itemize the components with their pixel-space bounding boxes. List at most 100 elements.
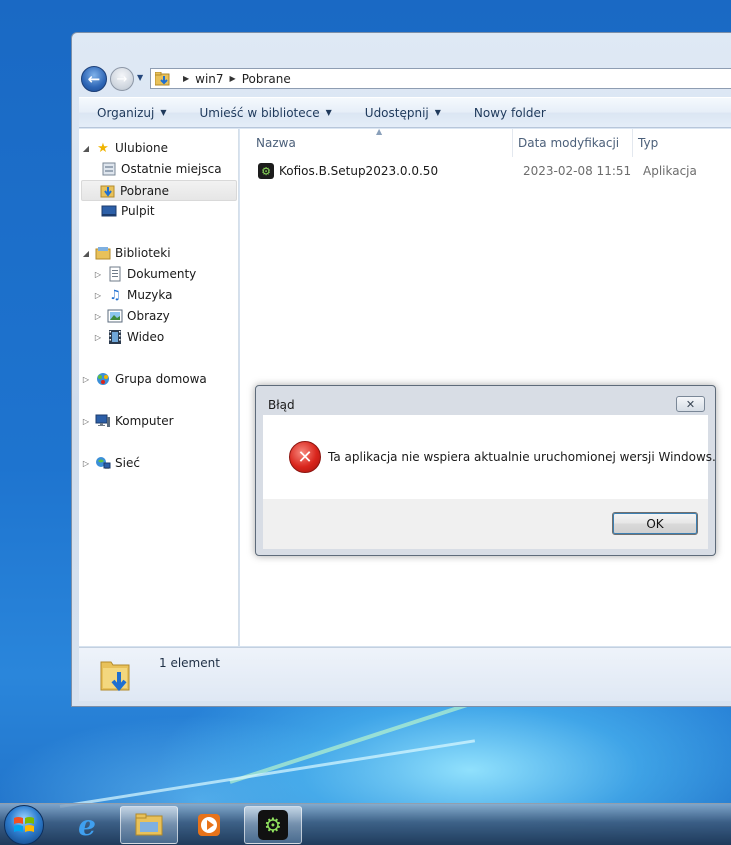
internet-explorer-icon: e (78, 808, 96, 842)
nav-item-label: Biblioteki (115, 246, 171, 260)
error-icon: ✕ (289, 441, 321, 473)
libraries-icon (95, 247, 111, 260)
nav-item-desktop[interactable]: Pulpit (101, 203, 155, 219)
expanded-arrow-icon[interactable]: ◢ (81, 249, 91, 258)
nav-item-label: Sieć (115, 456, 140, 470)
new-folder-button[interactable]: Nowy folder (456, 106, 561, 120)
share-label: Udostępnij (364, 105, 429, 120)
forward-button[interactable]: → (110, 67, 134, 91)
chevron-down-icon: ▼ (434, 108, 441, 117)
organize-button[interactable]: Organizuj ▼ (79, 106, 181, 120)
start-button[interactable] (4, 805, 44, 845)
collapsed-arrow-icon[interactable]: ▷ (81, 417, 91, 426)
error-dialog: Błąd ✕ ✕ Ta aplikacja nie wspiera aktual… (255, 385, 716, 556)
share-button[interactable]: Udostępnij ▼ (347, 106, 456, 120)
nav-item-documents[interactable]: ▷ Dokumenty (93, 266, 196, 282)
nav-item-label: Muzyka (127, 288, 173, 302)
nav-item-videos[interactable]: ▷ Wideo (93, 329, 164, 345)
nav-item-label: Dokumenty (127, 267, 197, 281)
chevron-down-icon: ▼ (325, 108, 332, 117)
arrow-left-icon: ← (87, 70, 101, 88)
breadcrumb-item-win7[interactable]: win7 (195, 72, 223, 86)
close-button[interactable]: ✕ (676, 396, 705, 412)
ok-button[interactable]: OK (612, 512, 698, 535)
new-folder-label: Nowy folder (473, 105, 546, 120)
column-header-label: Typ (638, 136, 659, 150)
taskbar: e ⚙ (0, 803, 731, 845)
nav-item-label: Pobrane (120, 183, 170, 198)
nav-item-favorites[interactable]: ◢ ★ Ulubione (81, 140, 168, 156)
windows-logo-icon (14, 817, 34, 832)
nav-item-label: Grupa domowa (115, 372, 207, 386)
close-icon: ✕ (685, 397, 696, 411)
downloads-folder-icon (100, 185, 115, 197)
include-in-library-label: Umieść w bibliotece (199, 105, 320, 120)
file-name: Kofios.B.Setup2023.0.0.50 (279, 164, 439, 178)
include-in-library-button[interactable]: Umieść w bibliotece ▼ (181, 106, 346, 120)
column-header-label: Data modyfikacji (518, 136, 620, 150)
collapsed-arrow-icon[interactable]: ▷ (81, 459, 91, 468)
documents-icon (109, 266, 121, 282)
videos-icon (109, 330, 121, 344)
taskbar-internet-explorer[interactable]: e (58, 806, 116, 844)
gears-app-icon: ⚙ (258, 810, 288, 840)
file-type: Aplikacja (643, 164, 697, 178)
downloads-folder-icon (100, 661, 130, 692)
collapsed-arrow-icon[interactable]: ▷ (93, 270, 103, 279)
nav-item-label: Ostatnie miejsca (121, 162, 222, 176)
file-modified: 2023-02-08 11:51 (523, 164, 632, 178)
address-bar[interactable]: ▶ win7 ▶ Pobrane (150, 68, 731, 89)
recent-places-icon (102, 162, 116, 176)
nav-item-network[interactable]: ▷ Sieć (81, 455, 140, 471)
back-button[interactable]: ← (81, 66, 107, 92)
nav-item-libraries[interactable]: ◢ Biblioteki (81, 245, 171, 261)
nav-item-recent-places[interactable]: Ostatnie miejsca (101, 161, 222, 177)
folders-icon (135, 813, 163, 836)
dialog-footer: OK (263, 499, 708, 549)
music-note-icon: ♫ (109, 287, 121, 303)
taskbar-media-player[interactable] (180, 806, 238, 844)
taskbar-windows-explorer[interactable] (120, 806, 178, 844)
chevron-down-icon: ▼ (160, 108, 167, 117)
column-header-type[interactable]: Typ (622, 129, 731, 157)
nav-item-computer[interactable]: ▷ Komputer (81, 413, 174, 429)
organize-label: Organizuj (97, 105, 155, 120)
nav-item-label: Pulpit (121, 204, 155, 218)
explorer-window: ← → ▼ ▶ win7 ▶ Pobrane Organizuj ▼ Umieś… (71, 32, 731, 707)
column-header-modified[interactable]: Data modyfikacji (502, 129, 632, 157)
nav-item-label: Komputer (115, 414, 174, 428)
collapsed-arrow-icon[interactable]: ▷ (93, 333, 103, 342)
column-header-label: Nazwa (256, 136, 296, 150)
nav-item-music[interactable]: ▷ ♫ Muzyka (93, 287, 173, 303)
star-icon: ★ (97, 140, 109, 156)
nav-item-pictures[interactable]: ▷ Obrazy (93, 308, 170, 324)
arrow-right-icon: → (116, 71, 128, 87)
command-bar: Organizuj ▼ Umieść w bibliotece ▼ Udostę… (79, 97, 731, 128)
dialog-body: ✕ Ta aplikacja nie wspiera aktualnie uru… (263, 415, 716, 499)
ok-label: OK (646, 516, 664, 531)
downloads-folder-icon (155, 71, 170, 85)
nav-item-label: Obrazy (127, 309, 170, 323)
navigation-pane: ◢ ★ Ulubione Ostatnie miejsca Pobrane Pu… (79, 129, 239, 646)
network-icon (96, 457, 111, 469)
nav-item-label: Wideo (127, 330, 165, 344)
collapsed-arrow-icon[interactable]: ▷ (93, 291, 103, 300)
table-row[interactable]: ⚙ Kofios.B.Setup2023.0.0.50 2023-02-08 1… (240, 162, 731, 180)
collapsed-arrow-icon[interactable]: ▷ (81, 375, 91, 384)
item-count: 1 element (159, 656, 220, 670)
breadcrumb-item-downloads[interactable]: Pobrane (242, 72, 291, 86)
media-player-icon (198, 814, 220, 836)
collapsed-arrow-icon[interactable]: ▷ (93, 312, 103, 321)
breadcrumb-separator-icon: ▶ (183, 74, 190, 83)
computer-icon (95, 414, 110, 427)
dialog-title: Błąd (268, 398, 295, 412)
column-header-name[interactable]: Nazwa (240, 129, 512, 157)
nav-item-homegroup[interactable]: ▷ Grupa domowa (81, 371, 207, 387)
desktop-icon (101, 205, 117, 217)
recent-pages-dropdown[interactable]: ▼ (137, 73, 145, 82)
breadcrumb-separator-icon: ▶ (229, 74, 236, 83)
nav-item-downloads[interactable]: Pobrane (81, 180, 237, 201)
taskbar-kofios-setup[interactable]: ⚙ (244, 806, 302, 844)
expanded-arrow-icon[interactable]: ◢ (81, 144, 91, 153)
gears-app-icon: ⚙ (258, 163, 274, 179)
